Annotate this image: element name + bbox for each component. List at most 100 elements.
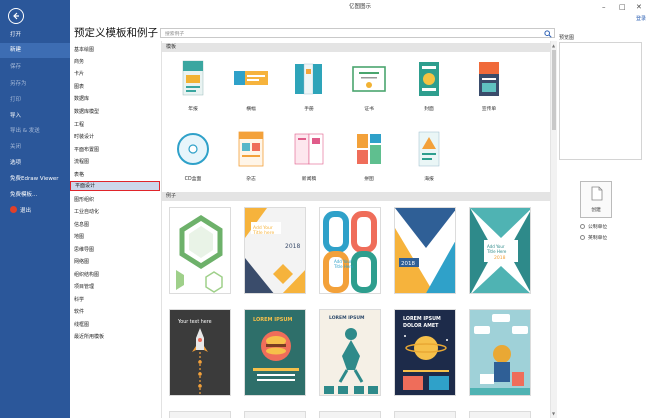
example-thumbnail[interactable]: LOREM IPSUM DOLOR AMET	[394, 309, 456, 396]
category-item[interactable]: 网络图	[74, 257, 158, 267]
maximize-icon[interactable]: □	[619, 2, 626, 12]
template-cd-cover[interactable]: CD盒面	[170, 129, 216, 185]
category-item[interactable]: 基本绘图	[74, 45, 158, 55]
category-item[interactable]: 时装设计	[74, 132, 158, 142]
radio-label: 公制单位	[588, 225, 608, 230]
example-thumbnail[interactable]	[469, 309, 531, 396]
template-cover[interactable]: 封面	[406, 59, 452, 115]
category-item[interactable]: 思维导图	[74, 245, 158, 255]
vertical-scrollbar[interactable]: ▲ ▼	[550, 41, 557, 418]
exit-icon	[10, 206, 17, 213]
example-thumbnail[interactable]: Add Your Title Here 2018	[469, 207, 531, 294]
preview-box	[559, 42, 642, 160]
template-label: 杂志	[246, 177, 256, 182]
example-thumbnail[interactable]: Add Your Title here 2018	[244, 207, 306, 294]
example-thumbnail[interactable]	[244, 411, 306, 418]
search-input[interactable]: 搜索例子	[160, 28, 555, 38]
category-item[interactable]: 组织结构图	[74, 270, 158, 280]
radio-circle[interactable]	[580, 224, 585, 229]
login-link[interactable]: 登录	[636, 15, 646, 22]
template-flyer[interactable]: 宣传单	[466, 59, 512, 115]
template-label: 横幅	[246, 107, 256, 112]
example-thumbnail[interactable]	[169, 207, 231, 294]
template-collage[interactable]: 拼图	[346, 129, 392, 185]
example-thumbnail[interactable]: Add Your Title Here	[319, 207, 381, 294]
unit-imperial-radio[interactable]: 英制单位	[580, 234, 607, 241]
close-icon[interactable]: ✕	[636, 2, 642, 12]
category-item[interactable]: 数据库模型	[74, 107, 158, 117]
category-item[interactable]: 商务	[74, 57, 158, 67]
template-brochure[interactable]: 手册	[286, 59, 332, 115]
category-item[interactable]: 工业自动化	[74, 207, 158, 217]
category-item[interactable]: 图形组织	[74, 195, 158, 205]
category-item[interactable]: 数据库	[74, 94, 158, 104]
template-poster[interactable]: 海报	[406, 129, 452, 185]
brochure-icon	[295, 63, 322, 95]
category-item-selected[interactable]: 平面设计	[70, 181, 160, 191]
example-thumbnail[interactable]	[394, 411, 456, 418]
search-placeholder: 搜索例子	[165, 32, 185, 37]
radio-circle[interactable]	[580, 235, 585, 240]
minimize-icon[interactable]: –	[602, 2, 606, 12]
template-certificate[interactable]: 证书	[346, 59, 392, 115]
template-banner[interactable]: 横幅	[228, 59, 274, 115]
sidebar-item-save[interactable]: 保存	[0, 60, 70, 75]
create-button[interactable]: 创建	[580, 181, 612, 218]
backstage-sidebar: 打开 新建 保存 另存为 打印 导入 导出 & 发送 关闭 选项 免费Edraw…	[0, 0, 70, 418]
scrollbar-thumb[interactable]	[552, 50, 556, 130]
svg-text:Title Here: Title Here	[333, 264, 354, 269]
category-item[interactable]: 平面布置图	[74, 145, 158, 155]
category-item[interactable]: 项目管理	[74, 282, 158, 292]
scroll-down-icon[interactable]: ▼	[552, 411, 555, 416]
sidebar-item-exit[interactable]: 退出	[0, 204, 70, 219]
svg-text:LOREM IPSUM: LOREM IPSUM	[329, 315, 365, 321]
sidebar-item-close[interactable]: 关闭	[0, 140, 70, 155]
example-thumbnail[interactable]	[169, 411, 231, 418]
category-item[interactable]: 表格	[74, 170, 158, 180]
sidebar-item-edraw-viewer[interactable]: 免费Edraw Viewer	[0, 172, 70, 187]
example-thumbnail[interactable]: 2018 Add Your Title Here	[394, 207, 456, 294]
example-thumbnail[interactable]: Your text here	[169, 309, 231, 396]
category-item[interactable]: 流程图	[74, 157, 158, 167]
template-newsletter[interactable]: 新闻稿	[286, 129, 332, 185]
category-item[interactable]: 卡片	[74, 69, 158, 79]
unit-metric-radio[interactable]: 公制单位	[580, 223, 607, 230]
category-item[interactable]: 软件	[74, 307, 158, 317]
back-arrow-icon[interactable]	[8, 8, 24, 24]
sidebar-item-label: 新建	[10, 47, 22, 53]
category-item[interactable]: 线框图	[74, 320, 158, 330]
magazine-icon	[238, 131, 264, 167]
scroll-up-icon[interactable]: ▲	[552, 43, 555, 48]
example-thumbnail[interactable]: LOREM IPSUM	[319, 309, 381, 396]
sidebar-item-open[interactable]: 打开	[0, 28, 70, 43]
category-item[interactable]: 地图	[74, 232, 158, 242]
newsletter-icon	[294, 133, 324, 165]
sidebar-item-new[interactable]: 新建	[0, 43, 70, 58]
sidebar-item-label: 退出	[20, 208, 32, 214]
template-annual-report[interactable]: 年报	[170, 59, 216, 115]
category-item[interactable]: 最近所用模板	[74, 332, 158, 342]
category-item[interactable]: 科学	[74, 295, 158, 305]
category-item[interactable]: 信息图	[74, 220, 158, 230]
svg-text:Title here: Title here	[252, 230, 274, 236]
svg-text:2018: 2018	[285, 243, 300, 250]
poster-icon	[418, 131, 440, 167]
category-item[interactable]: 工程	[74, 120, 158, 130]
sidebar-item-options[interactable]: 选项	[0, 156, 70, 171]
collage-icon	[357, 134, 381, 164]
create-label: 创建	[591, 208, 601, 213]
annual-report-icon	[182, 60, 204, 96]
sidebar-item-free-templates[interactable]: 免费模板...	[0, 188, 70, 203]
example-thumbnail[interactable]	[469, 411, 531, 418]
template-magazine[interactable]: 杂志	[228, 129, 274, 185]
category-item[interactable]: 图表	[74, 82, 158, 92]
sidebar-item-label: 保存	[10, 64, 22, 70]
sidebar-item-export-send[interactable]: 导出 & 发送	[0, 124, 70, 139]
sidebar-item-import[interactable]: 导入	[0, 109, 70, 124]
sidebar-item-print[interactable]: 打印	[0, 93, 70, 108]
example-thumbnail[interactable]: LOREM IPSUM	[244, 309, 306, 396]
search-icon[interactable]	[544, 29, 552, 40]
template-label: CD盒面	[184, 177, 202, 182]
example-thumbnail[interactable]	[319, 411, 381, 418]
sidebar-item-save-as[interactable]: 另存为	[0, 77, 70, 92]
